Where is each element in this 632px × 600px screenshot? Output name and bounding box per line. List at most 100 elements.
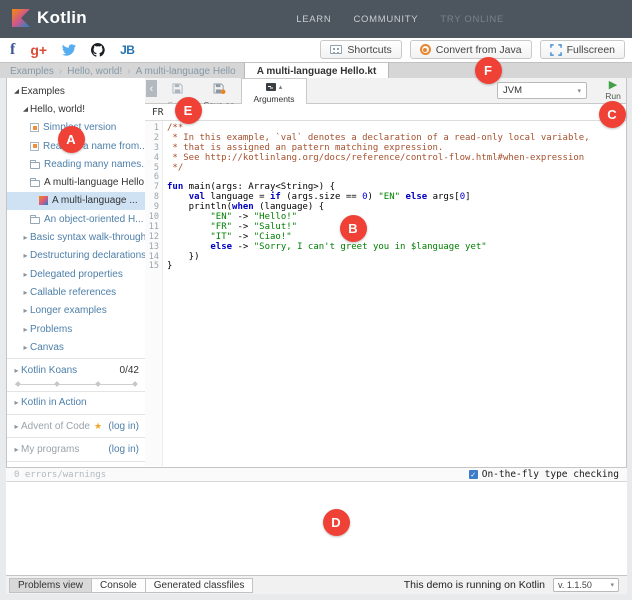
tab-problems-view[interactable]: Problems view bbox=[9, 578, 92, 593]
chevron-up-icon: ▴ bbox=[279, 83, 283, 91]
caret-collapsed-icon[interactable]: ▸ bbox=[21, 288, 30, 297]
sidebar-item-destructuring-declarations-a[interactable]: ▸Destructuring declarations a bbox=[7, 247, 145, 265]
sidebar-item-label: A multi-language Hello bbox=[44, 177, 144, 188]
sidebar-item-label: Longer examples bbox=[30, 305, 107, 316]
sidebar-item-longer-examples[interactable]: ▸Longer examples bbox=[7, 302, 145, 320]
tab-console[interactable]: Console bbox=[91, 578, 146, 593]
caret-expanded-icon[interactable]: ◢ bbox=[21, 105, 30, 113]
code-line[interactable]: * See http://kotlinlang.org/docs/referen… bbox=[167, 154, 626, 164]
fullscreen-button[interactable]: Fullscreen bbox=[540, 40, 625, 59]
shortcuts-label: Shortcuts bbox=[347, 44, 391, 56]
caret-collapsed-icon[interactable]: ▸ bbox=[21, 233, 30, 242]
app-header: Kotlin LEARN COMMUNITY TRY ONLINE bbox=[0, 0, 632, 38]
problems-view-panel bbox=[6, 482, 627, 575]
action-buttons: Shortcuts Convert from Java Fullscreen bbox=[320, 40, 625, 59]
sidebar-item-examples[interactable]: ◢Examples bbox=[7, 82, 145, 100]
demo-status-text: This demo is running on Kotlin bbox=[404, 579, 545, 591]
arguments-value: FR bbox=[152, 107, 163, 118]
caret-collapsed-icon[interactable]: ▸ bbox=[12, 445, 21, 454]
breadcrumb-item-examples[interactable]: Examples bbox=[10, 66, 54, 77]
sidebar-separator bbox=[7, 437, 145, 438]
facebook-icon[interactable]: f bbox=[10, 40, 15, 60]
errors-warnings-count: 0 errors/warnings bbox=[14, 470, 106, 480]
shortcuts-button[interactable]: Shortcuts bbox=[320, 40, 401, 59]
caret-collapsed-icon[interactable]: ▸ bbox=[21, 251, 30, 260]
kotlin-icon bbox=[39, 196, 48, 205]
file-tab-active[interactable]: A multi-language Hello.kt bbox=[244, 63, 390, 79]
log-in-link[interactable]: (log in) bbox=[108, 421, 145, 432]
nav-community[interactable]: COMMUNITY bbox=[353, 14, 418, 25]
log-in-link[interactable]: (log in) bbox=[108, 444, 145, 455]
sidebar-item-my-programs[interactable]: ▸My programs (log in) bbox=[7, 440, 145, 458]
sidebar-item-label: Basic syntax walk-through bbox=[30, 232, 145, 243]
sidebar-item-delegated-properties[interactable]: ▸Delegated properties bbox=[7, 265, 145, 283]
code-area[interactable]: 123456789101112131415 /** * In this exam… bbox=[145, 121, 626, 466]
sidebar-item-label: Kotlin in Action bbox=[21, 397, 87, 408]
sidebar-item-an-object-oriented-h[interactable]: An object-oriented H... bbox=[7, 210, 145, 228]
code-line[interactable]: */ bbox=[167, 164, 626, 174]
logo-text: Kotlin bbox=[37, 8, 87, 28]
arguments-tab[interactable]: ▴ Arguments bbox=[241, 78, 307, 104]
caret-collapsed-icon[interactable]: ▸ bbox=[21, 343, 30, 352]
caret-collapsed-icon[interactable]: ▸ bbox=[12, 398, 21, 407]
type-checking-checkbox[interactable]: ✓ bbox=[469, 470, 478, 479]
caret-collapsed-icon[interactable]: ▸ bbox=[21, 270, 30, 279]
kotlin-logo-icon bbox=[12, 9, 30, 27]
caret-collapsed-icon[interactable]: ▸ bbox=[12, 422, 21, 431]
fullscreen-icon bbox=[550, 44, 562, 56]
caret-collapsed-icon[interactable]: ▸ bbox=[21, 306, 30, 315]
line-number: 15 bbox=[145, 262, 159, 272]
caret-collapsed-icon[interactable]: ▸ bbox=[12, 366, 21, 375]
sidebar-item-label: My programs bbox=[21, 444, 79, 455]
sidebar-item-label: Advent of Code bbox=[21, 421, 90, 432]
sidebar-item-reading-many-names[interactable]: Reading many names... bbox=[7, 155, 145, 173]
arguments-label: Arguments bbox=[242, 94, 306, 104]
progress-dot bbox=[132, 381, 138, 387]
save-as-icon bbox=[213, 83, 226, 94]
sidebar-item-callable-references[interactable]: ▸Callable references bbox=[7, 283, 145, 301]
twitter-icon[interactable] bbox=[62, 44, 76, 56]
sidebar-item-basic-syntax-walk-through[interactable]: ▸Basic syntax walk-through bbox=[7, 228, 145, 246]
sidebar-item-problems[interactable]: ▸Problems bbox=[7, 320, 145, 338]
google-plus-icon[interactable]: g+ bbox=[30, 40, 47, 60]
fullscreen-label: Fullscreen bbox=[567, 44, 615, 56]
run-button[interactable]: ▶ Run bbox=[601, 80, 625, 101]
code-line[interactable]: } bbox=[167, 262, 626, 272]
koans-progress-bar bbox=[15, 380, 137, 389]
code-line[interactable]: else -> "Sorry, I can't greet you in $la… bbox=[167, 243, 626, 253]
sidebar-item-label: Reading many names... bbox=[44, 159, 145, 170]
kotlin-logo[interactable]: Kotlin bbox=[12, 8, 87, 28]
kotlin-version-select[interactable]: v. 1.1.50 ▾ bbox=[553, 578, 619, 592]
nav-try-online[interactable]: TRY ONLINE bbox=[440, 14, 504, 25]
sidebar-item-kotlin-in-action[interactable]: ▸Kotlin in Action bbox=[7, 394, 145, 412]
sidebar-item-a-multi-language[interactable]: A multi-language ... bbox=[7, 192, 145, 210]
target-platform-select[interactable]: JVM ▾ bbox=[497, 82, 587, 99]
jetbrains-icon[interactable]: JB bbox=[120, 40, 134, 60]
annotation-marker-b: B bbox=[340, 215, 367, 242]
tab-generated-classfiles[interactable]: Generated classfiles bbox=[145, 578, 254, 593]
breadcrumb-item-hello-world[interactable]: Hello, world! bbox=[67, 66, 122, 77]
chevron-down-icon: ▾ bbox=[610, 581, 614, 589]
console-icon bbox=[266, 83, 276, 91]
breadcrumb-item-a-multi-language-hello[interactable]: A multi-language Hello bbox=[136, 66, 236, 77]
nav-learn[interactable]: LEARN bbox=[296, 14, 331, 25]
sidebar-item-hello-world[interactable]: ◢Hello, world! bbox=[7, 100, 145, 118]
sidebar-item-kotlin-koans[interactable]: ▸Kotlin Koans0/42 bbox=[7, 361, 145, 379]
sidebar-collapse-button[interactable]: ‹ bbox=[146, 80, 157, 97]
run-label: Run bbox=[601, 91, 625, 101]
sidebar-item-a-multi-language-hello[interactable]: A multi-language Hello bbox=[7, 173, 145, 191]
sidebar-item-canvas[interactable]: ▸Canvas bbox=[7, 338, 145, 356]
save-icon bbox=[172, 83, 183, 94]
keyboard-icon bbox=[330, 45, 342, 54]
arguments-input[interactable]: FR bbox=[145, 104, 626, 121]
convert-circle-icon bbox=[420, 44, 431, 55]
caret-expanded-icon[interactable]: ◢ bbox=[12, 87, 21, 95]
play-icon: ▶ bbox=[601, 80, 625, 91]
sidebar-separator bbox=[7, 414, 145, 415]
convert-from-java-button[interactable]: Convert from Java bbox=[410, 40, 532, 59]
code-line[interactable]: }) bbox=[167, 253, 626, 263]
code-lines[interactable]: /** * In this example, `val` denotes a d… bbox=[163, 121, 626, 466]
sidebar-item-advent-of-code[interactable]: ▸Advent of Code★(log in) bbox=[7, 417, 145, 435]
github-icon[interactable] bbox=[91, 43, 105, 57]
caret-collapsed-icon[interactable]: ▸ bbox=[21, 325, 30, 334]
